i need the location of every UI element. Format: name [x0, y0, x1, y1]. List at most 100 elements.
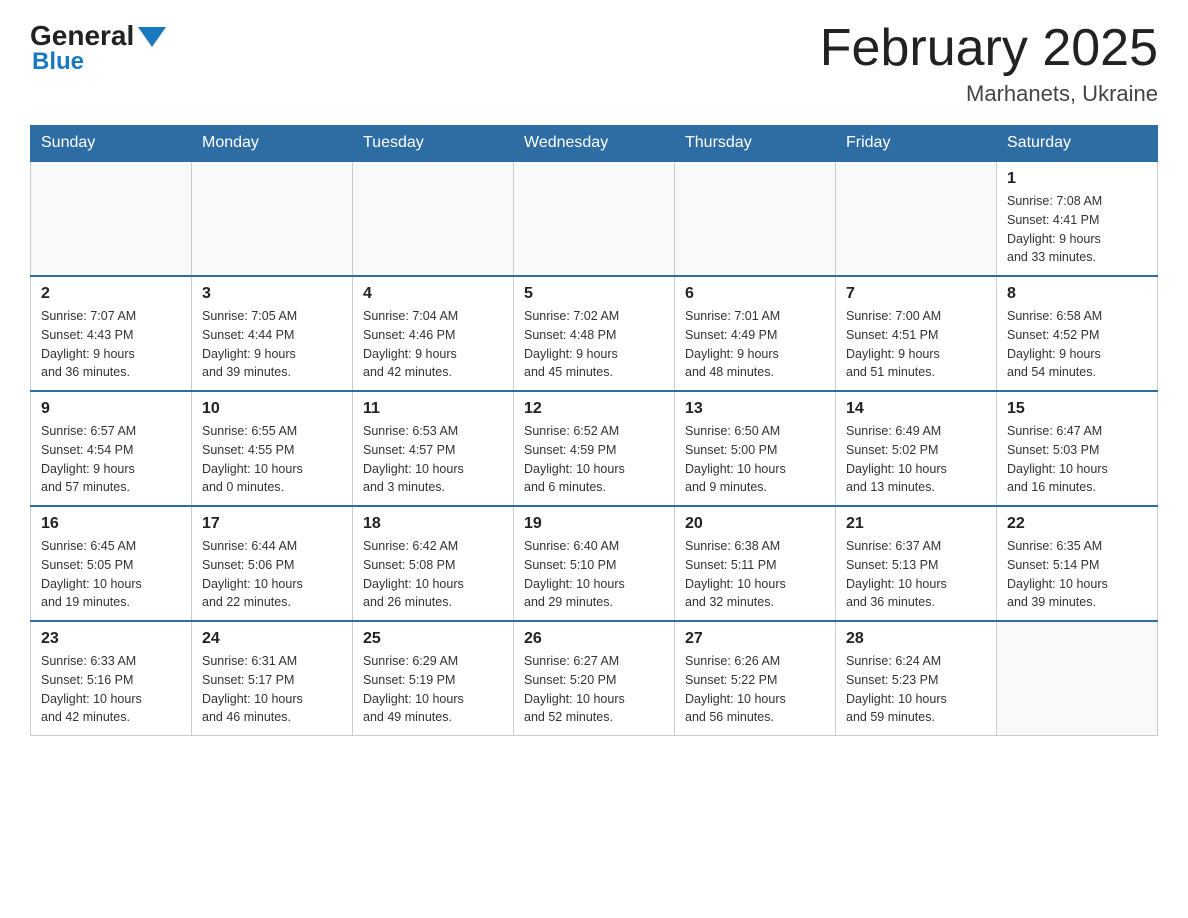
day-number: 23	[41, 630, 181, 648]
day-cell-3-5: 21Sunrise: 6:37 AMSunset: 5:13 PMDayligh…	[836, 506, 997, 621]
day-number: 1	[1007, 170, 1147, 188]
day-cell-4-1: 24Sunrise: 6:31 AMSunset: 5:17 PMDayligh…	[192, 621, 353, 736]
day-info: Sunrise: 6:27 AMSunset: 5:20 PMDaylight:…	[524, 652, 664, 727]
day-info: Sunrise: 6:40 AMSunset: 5:10 PMDaylight:…	[524, 537, 664, 612]
day-info: Sunrise: 6:49 AMSunset: 5:02 PMDaylight:…	[846, 422, 986, 497]
day-cell-0-2	[353, 161, 514, 276]
day-info: Sunrise: 7:08 AMSunset: 4:41 PMDaylight:…	[1007, 192, 1147, 267]
day-info: Sunrise: 6:35 AMSunset: 5:14 PMDaylight:…	[1007, 537, 1147, 612]
day-number: 13	[685, 400, 825, 418]
day-info: Sunrise: 7:00 AMSunset: 4:51 PMDaylight:…	[846, 307, 986, 382]
week-row-2: 2 Sunrise: 7:07 AMSunset: 4:43 PMDaylight…	[31, 276, 1158, 391]
day-info: Sunrise: 6:50 AMSunset: 5:00 PMDaylight:…	[685, 422, 825, 497]
day-cell-3-3: 19 Sunrise: 6:40 AMSunset: 5:10 PMDayligh…	[514, 506, 675, 621]
day-info: Sunrise: 6:47 AMSunset: 5:03 PMDaylight:…	[1007, 422, 1147, 497]
header: General Blue February 2025 Marhanets, Uk…	[30, 20, 1158, 107]
days-header-row: Sunday Monday Tuesday Wednesday Thursday…	[31, 126, 1158, 162]
day-cell-1-5: 7 Sunrise: 7:00 AMSunset: 4:51 PMDaylight…	[836, 276, 997, 391]
day-number: 7	[846, 285, 986, 303]
day-info: Sunrise: 6:26 AMSunset: 5:22 PMDaylight:…	[685, 652, 825, 727]
location-subtitle: Marhanets, Ukraine	[820, 81, 1158, 107]
title-area: February 2025 Marhanets, Ukraine	[820, 20, 1158, 107]
day-cell-3-2: 18 Sunrise: 6:42 AMSunset: 5:08 PMDayligh…	[353, 506, 514, 621]
day-number: 25	[363, 630, 503, 648]
day-cell-0-6: 1 Sunrise: 7:08 AMSunset: 4:41 PMDaylight…	[997, 161, 1158, 276]
day-cell-0-1	[192, 161, 353, 276]
logo: General Blue	[30, 20, 166, 76]
day-number: 17	[202, 515, 342, 533]
day-number: 22	[1007, 515, 1147, 533]
day-number: 8	[1007, 285, 1147, 303]
col-wednesday: Wednesday	[514, 126, 675, 162]
col-sunday: Sunday	[31, 126, 192, 162]
day-number: 27	[685, 630, 825, 648]
day-cell-3-0: 16 Sunrise: 6:45 AMSunset: 5:05 PMDayligh…	[31, 506, 192, 621]
col-monday: Monday	[192, 126, 353, 162]
day-info: Sunrise: 7:07 AMSunset: 4:43 PMDaylight:…	[41, 307, 181, 382]
day-info: Sunrise: 6:31 AMSunset: 5:17 PMDaylight:…	[202, 652, 342, 727]
day-number: 2	[41, 285, 181, 303]
day-cell-4-4: 27 Sunrise: 6:26 AMSunset: 5:22 PMDayligh…	[675, 621, 836, 736]
day-info: Sunrise: 6:58 AMSunset: 4:52 PMDaylight:…	[1007, 307, 1147, 382]
day-info: Sunrise: 6:52 AMSunset: 4:59 PMDaylight:…	[524, 422, 664, 497]
day-cell-2-0: 9 Sunrise: 6:57 AMSunset: 4:54 PMDaylight…	[31, 391, 192, 506]
day-number: 26	[524, 630, 664, 648]
day-number: 11	[363, 400, 503, 418]
day-info: Sunrise: 6:42 AMSunset: 5:08 PMDaylight:…	[363, 537, 503, 612]
day-cell-0-5	[836, 161, 997, 276]
week-row-4: 16 Sunrise: 6:45 AMSunset: 5:05 PMDayligh…	[31, 506, 1158, 621]
day-cell-0-4	[675, 161, 836, 276]
day-info: Sunrise: 7:01 AMSunset: 4:49 PMDaylight:…	[685, 307, 825, 382]
day-number: 3	[202, 285, 342, 303]
day-cell-0-3	[514, 161, 675, 276]
day-number: 9	[41, 400, 181, 418]
day-cell-4-6	[997, 621, 1158, 736]
calendar-table: Sunday Monday Tuesday Wednesday Thursday…	[30, 125, 1158, 736]
week-row-3: 9 Sunrise: 6:57 AMSunset: 4:54 PMDaylight…	[31, 391, 1158, 506]
day-cell-4-0: 23 Sunrise: 6:33 AMSunset: 5:16 PMDayligh…	[31, 621, 192, 736]
day-info: Sunrise: 7:05 AMSunset: 4:44 PMDaylight:…	[202, 307, 342, 382]
day-info: Sunrise: 6:33 AMSunset: 5:16 PMDaylight:…	[41, 652, 181, 727]
day-info: Sunrise: 7:04 AMSunset: 4:46 PMDaylight:…	[363, 307, 503, 382]
day-info: Sunrise: 6:53 AMSunset: 4:57 PMDaylight:…	[363, 422, 503, 497]
day-info: Sunrise: 6:57 AMSunset: 4:54 PMDaylight:…	[41, 422, 181, 497]
col-tuesday: Tuesday	[353, 126, 514, 162]
day-cell-2-3: 12 Sunrise: 6:52 AMSunset: 4:59 PMDayligh…	[514, 391, 675, 506]
day-cell-1-6: 8 Sunrise: 6:58 AMSunset: 4:52 PMDaylight…	[997, 276, 1158, 391]
day-info: Sunrise: 6:44 AMSunset: 5:06 PMDaylight:…	[202, 537, 342, 612]
day-number: 5	[524, 285, 664, 303]
day-info: Sunrise: 6:24 AMSunset: 5:23 PMDaylight:…	[846, 652, 986, 727]
day-info: Sunrise: 6:38 AMSunset: 5:11 PMDaylight:…	[685, 537, 825, 612]
day-number: 4	[363, 285, 503, 303]
day-number: 19	[524, 515, 664, 533]
month-title: February 2025	[820, 20, 1158, 77]
day-cell-1-0: 2 Sunrise: 7:07 AMSunset: 4:43 PMDaylight…	[31, 276, 192, 391]
day-cell-3-6: 22 Sunrise: 6:35 AMSunset: 5:14 PMDayligh…	[997, 506, 1158, 621]
col-thursday: Thursday	[675, 126, 836, 162]
day-cell-1-4: 6 Sunrise: 7:01 AMSunset: 4:49 PMDaylight…	[675, 276, 836, 391]
day-number: 16	[41, 515, 181, 533]
day-number: 20	[685, 515, 825, 533]
day-info: Sunrise: 6:37 AMSunset: 5:13 PMDaylight:…	[846, 537, 986, 612]
week-row-5: 23 Sunrise: 6:33 AMSunset: 5:16 PMDayligh…	[31, 621, 1158, 736]
day-cell-4-3: 26 Sunrise: 6:27 AMSunset: 5:20 PMDayligh…	[514, 621, 675, 736]
day-cell-3-1: 17 Sunrise: 6:44 AMSunset: 5:06 PMDayligh…	[192, 506, 353, 621]
day-cell-1-2: 4 Sunrise: 7:04 AMSunset: 4:46 PMDaylight…	[353, 276, 514, 391]
day-cell-4-5: 28 Sunrise: 6:24 AMSunset: 5:23 PMDayligh…	[836, 621, 997, 736]
day-cell-3-4: 20 Sunrise: 6:38 AMSunset: 5:11 PMDayligh…	[675, 506, 836, 621]
day-number: 14	[846, 400, 986, 418]
day-number: 12	[524, 400, 664, 418]
day-info: Sunrise: 6:45 AMSunset: 5:05 PMDaylight:…	[41, 537, 181, 612]
day-cell-1-3: 5Sunrise: 7:02 AMSunset: 4:48 PMDaylight…	[514, 276, 675, 391]
day-cell-2-4: 13 Sunrise: 6:50 AMSunset: 5:00 PMDayligh…	[675, 391, 836, 506]
day-cell-4-2: 25Sunrise: 6:29 AMSunset: 5:19 PMDayligh…	[353, 621, 514, 736]
day-cell-2-5: 14 Sunrise: 6:49 AMSunset: 5:02 PMDayligh…	[836, 391, 997, 506]
logo-blue-text: Blue	[32, 48, 84, 76]
day-number: 6	[685, 285, 825, 303]
col-saturday: Saturday	[997, 126, 1158, 162]
day-number: 28	[846, 630, 986, 648]
day-number: 18	[363, 515, 503, 533]
day-cell-0-0	[31, 161, 192, 276]
col-friday: Friday	[836, 126, 997, 162]
day-cell-2-6: 15Sunrise: 6:47 AMSunset: 5:03 PMDayligh…	[997, 391, 1158, 506]
